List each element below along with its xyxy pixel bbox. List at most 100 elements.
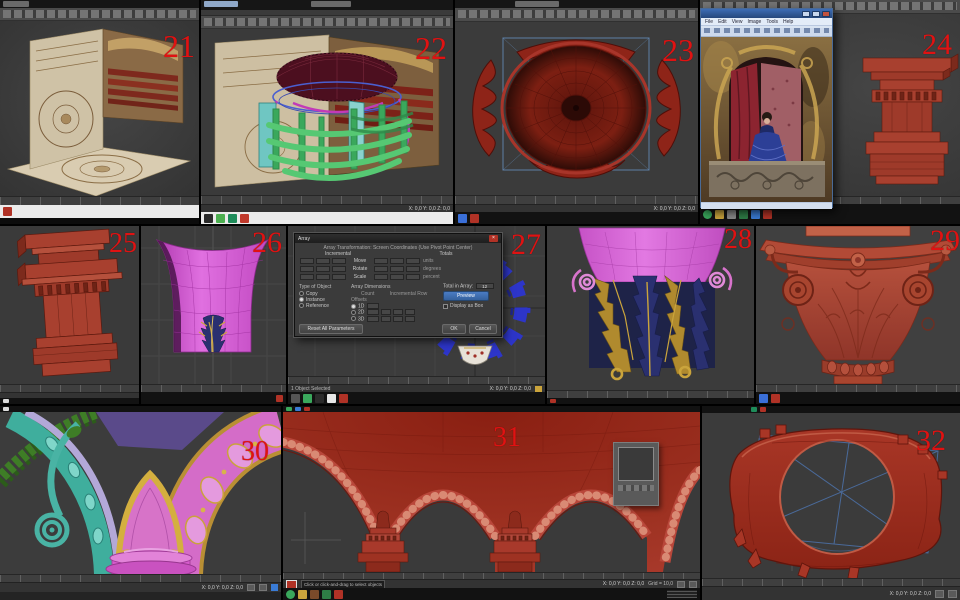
main-toolbar[interactable] [0,8,199,21]
panel-31-max-vault-arches[interactable]: Click or click-and-drag to select object… [283,406,700,600]
taskbar-app-icon[interactable] [310,590,319,599]
timeline[interactable] [0,196,199,205]
help-icon[interactable] [271,584,278,591]
taskbar-app-icon[interactable] [763,210,772,219]
scale-total-z[interactable] [406,274,420,280]
toolbar-icons[interactable] [204,18,450,26]
menu-tools[interactable]: Tools [766,19,778,25]
taskbar-app-icon[interactable] [327,394,336,403]
3d-count-field[interactable] [367,316,379,322]
preview-button[interactable]: Preview [443,291,489,301]
2d-x-field[interactable] [381,309,391,315]
windows-taskbar[interactable] [547,398,754,404]
taskbar-app-icon[interactable] [470,214,479,223]
taskbar-app-icon[interactable] [727,210,736,219]
radio-2d[interactable] [351,310,356,315]
photo-viewer-toolbar[interactable] [701,28,832,37]
panel-27-max-array-dialog[interactable]: Array × Array Transformation: Screen Coo… [288,226,545,404]
taskbar-app-icon[interactable] [751,407,757,412]
maximize-button[interactable] [812,11,820,17]
radio-3d[interactable] [351,316,356,321]
rotate-total-z[interactable] [406,266,420,272]
timeline[interactable] [288,376,545,384]
toolbar-icons[interactable] [458,10,695,18]
render-window-buttons[interactable] [618,485,654,491]
taskbar-app-icon[interactable] [240,214,249,223]
3d-x-field[interactable] [381,316,391,322]
taskbar-app-icon[interactable] [751,210,760,219]
angle-snap-button[interactable] [259,584,267,591]
dim-3d[interactable]: 3D [358,316,364,322]
panel-23-max-dome-top-view[interactable]: X: 0,0 Y: 0,0 Z: 0,0 23 [455,0,698,224]
taskbar-app-icon[interactable] [550,399,556,403]
taskbar-app-icon[interactable] [334,590,343,599]
timeline[interactable] [141,384,286,392]
scale-z-field[interactable] [332,274,346,280]
window-titlebar[interactable] [201,0,453,10]
menu-edit[interactable]: Edit [718,19,727,25]
move-total-y[interactable] [390,258,404,264]
panel-22-max-balcony-tiers[interactable]: X: 0,0 Y: 0,0 Z: 0,0 22 [201,0,453,224]
move-total-z[interactable] [406,258,420,264]
scale-y-field[interactable] [316,274,330,280]
menu-help[interactable]: Help [783,19,793,25]
rotate-z-field[interactable] [332,266,346,272]
angle-snap-button[interactable] [689,581,697,588]
taskbar-app-icon[interactable] [715,210,724,219]
toolbar-icons[interactable] [3,10,196,18]
panel-26-max-capital-bell[interactable]: 26 [141,226,286,404]
taskbar-app-icon[interactable] [458,214,467,223]
rotate-y-field[interactable] [316,266,330,272]
taskbar-app-icon[interactable] [304,407,310,411]
lock-selection-icon[interactable] [535,386,542,392]
taskbar-app-icon[interactable] [771,394,780,403]
2d-z-field[interactable] [405,309,415,315]
close-icon[interactable]: × [489,235,498,242]
timeline[interactable] [455,195,698,204]
main-toolbar[interactable] [455,8,698,22]
move-y-field[interactable] [316,258,330,264]
3d-z-field[interactable] [405,316,415,322]
move-x-field[interactable] [300,258,314,264]
taskbar-app-icon[interactable] [3,407,9,411]
taskbar-app-icon[interactable] [216,214,225,223]
menu-image[interactable]: Image [747,19,761,25]
cancel-button[interactable]: Cancel [469,324,497,334]
taskbar-app-icon[interactable] [228,214,237,223]
toolbar-icons[interactable] [704,28,829,33]
array-dialog-titlebar[interactable]: Array × [295,234,501,243]
taskbar-app-icon[interactable] [204,214,213,223]
taskbar-app-icon[interactable] [3,207,12,216]
scale-x-field[interactable] [300,274,314,280]
viewport-30[interactable] [0,412,281,574]
taskbar-app-icon[interactable] [298,590,307,599]
taskbar-app-icon[interactable] [315,394,324,403]
rotate-x-field[interactable] [300,266,314,272]
timeline[interactable] [0,574,281,582]
radio-reference[interactable] [299,303,304,308]
move-total-x[interactable] [374,258,388,264]
rotate-total-x[interactable] [374,266,388,272]
window-titlebar[interactable] [0,0,199,8]
reset-all-parameters-button[interactable]: Reset All Parameters [299,324,363,334]
radio-1d[interactable] [351,304,356,309]
radio-instance[interactable] [299,297,304,302]
panel-25-max-cornice-closeup[interactable]: 25 [0,226,139,404]
2d-count-field[interactable] [367,309,379,315]
taskbar-app-icon[interactable] [322,590,331,599]
windows-taskbar[interactable] [201,212,453,224]
timeline[interactable] [702,578,960,586]
windows-taskbar[interactable] [0,398,139,404]
taskbar-app-icon[interactable] [295,407,301,411]
panel-21-max-reference-planes[interactable]: 21 [0,0,199,224]
viewport-28[interactable] [547,226,754,390]
photo-viewer-titlebar[interactable] [701,9,832,18]
display-as-box-checkbox[interactable] [443,304,448,309]
taskbar-app-icon[interactable] [739,210,748,219]
taskbar-app-icon[interactable] [339,394,348,403]
taskbar-app-icon[interactable] [703,210,712,219]
scale-total-y[interactable] [390,274,404,280]
windows-taskbar[interactable] [288,392,545,404]
photo-viewer-window[interactable]: File Edit View Image Tools Help [700,8,833,208]
ok-button[interactable]: OK [442,324,466,334]
